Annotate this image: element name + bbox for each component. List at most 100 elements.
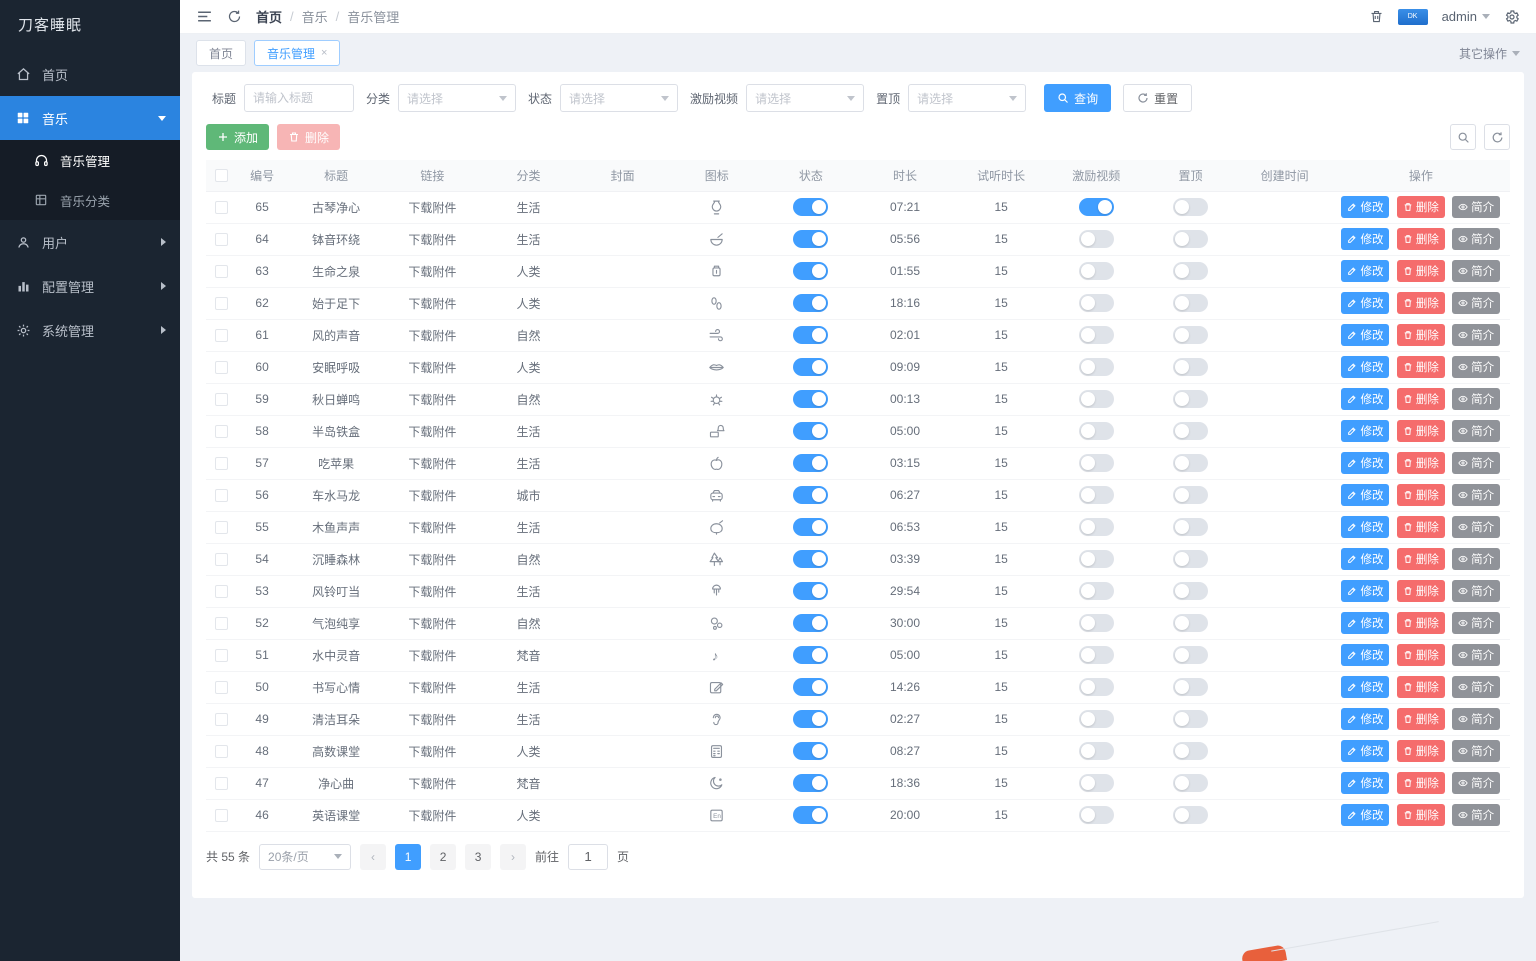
jump-page-input[interactable] [568,843,609,870]
intro-button[interactable]: 简介 [1452,260,1501,282]
top-filter-select[interactable]: 请选择 [908,84,1027,112]
intro-button[interactable]: 简介 [1452,196,1501,218]
intro-button[interactable]: 简介 [1452,452,1501,474]
cell-link[interactable]: 下载附件 [384,575,481,608]
reward-video-toggle[interactable] [1078,678,1114,696]
intro-button[interactable]: 简介 [1452,484,1501,506]
delete-button[interactable]: 删除 [1396,740,1445,762]
sidebar-item-system[interactable]: 系统管理 [0,308,180,352]
top-toggle[interactable] [1172,710,1208,728]
delete-button[interactable]: 删除 [1396,260,1445,282]
delete-button[interactable]: 删除 [1396,420,1445,442]
row-checkbox[interactable] [214,201,228,215]
status-toggle[interactable] [793,262,829,280]
cell-link[interactable]: 下载附件 [384,511,481,544]
row-checkbox[interactable] [214,425,228,439]
refresh-icon[interactable] [227,9,242,24]
status-toggle[interactable] [793,550,829,568]
reward-video-toggle[interactable] [1078,710,1114,728]
cell-link[interactable]: 下载附件 [384,767,481,800]
delete-button[interactable]: 删除 [1396,452,1445,474]
table-refresh-button[interactable] [1484,124,1510,150]
reward-video-toggle[interactable] [1078,774,1114,792]
intro-button[interactable]: 简介 [1452,292,1501,314]
reward-video-toggle[interactable] [1078,582,1114,600]
row-checkbox[interactable] [214,649,228,663]
delete-button[interactable]: 删除 [1396,644,1445,666]
breadcrumb-item[interactable]: 音乐 [302,7,328,26]
sidebar-item-music-category[interactable]: 音乐分类 [0,180,180,220]
status-toggle[interactable] [793,358,829,376]
cell-link[interactable]: 下载附件 [384,703,481,736]
top-toggle[interactable] [1172,678,1208,696]
cell-link[interactable]: 下载附件 [384,415,481,448]
top-toggle[interactable] [1172,742,1208,760]
delete-button[interactable]: 删除 [1396,612,1445,634]
edit-button[interactable]: 修改 [1341,676,1390,698]
delete-button[interactable]: 删除 [1396,516,1445,538]
top-toggle[interactable] [1172,646,1208,664]
edit-button[interactable]: 修改 [1341,740,1390,762]
intro-button[interactable]: 简介 [1452,740,1501,762]
delete-button[interactable]: 删除 [1396,580,1445,602]
reward-video-toggle[interactable] [1078,262,1114,280]
status-toggle[interactable] [793,294,829,312]
reward-video-toggle[interactable] [1078,806,1114,824]
row-checkbox[interactable] [214,553,228,567]
edit-button[interactable]: 修改 [1341,804,1390,826]
reward-video-toggle[interactable] [1078,294,1114,312]
status-toggle[interactable] [793,774,829,792]
delete-button[interactable]: 删除 [1396,228,1445,250]
row-checkbox[interactable] [214,745,228,759]
intro-button[interactable]: 简介 [1452,676,1501,698]
top-toggle[interactable] [1172,262,1208,280]
batch-delete-button[interactable]: 删除 [277,124,341,150]
edit-button[interactable]: 修改 [1341,260,1390,282]
status-toggle[interactable] [793,390,829,408]
sidebar-item-home[interactable]: 首页 [0,52,180,96]
status-toggle[interactable] [793,422,829,440]
delete-button[interactable]: 删除 [1396,324,1445,346]
title-filter-input[interactable] [244,84,355,112]
cell-link[interactable]: 下载附件 [384,255,481,288]
sidebar-item-music-manage[interactable]: 音乐管理 [0,140,180,180]
table-search-toggle-button[interactable] [1450,124,1476,150]
page-button-2[interactable]: 2 [430,843,457,870]
reward-video-toggle[interactable] [1078,614,1114,632]
cell-link[interactable]: 下载附件 [384,351,481,384]
page-button-3[interactable]: 3 [465,843,492,870]
sidebar-item-user[interactable]: 用户 [0,220,180,264]
trash-icon[interactable] [1369,9,1384,24]
other-operations-dropdown[interactable]: 其它操作 [1459,45,1520,62]
top-toggle[interactable] [1172,774,1208,792]
cell-link[interactable]: 下载附件 [384,735,481,768]
cell-link[interactable]: 下载附件 [384,447,481,480]
status-toggle[interactable] [793,230,829,248]
status-toggle[interactable] [793,486,829,504]
row-checkbox[interactable] [214,361,228,375]
tab-music-manage[interactable]: 音乐管理 × [254,40,341,66]
reward-video-toggle[interactable] [1078,550,1114,568]
reward-video-toggle[interactable] [1078,422,1114,440]
next-page-button[interactable]: › [500,843,527,870]
prev-page-button[interactable]: ‹ [360,843,387,870]
top-toggle[interactable] [1172,518,1208,536]
cell-link[interactable]: 下载附件 [384,223,481,256]
delete-button[interactable]: 删除 [1396,388,1445,410]
top-toggle[interactable] [1172,486,1208,504]
top-toggle[interactable] [1172,198,1208,216]
edit-button[interactable]: 修改 [1341,644,1390,666]
cell-link[interactable]: 下载附件 [384,319,481,352]
row-checkbox[interactable] [214,777,228,791]
cell-link[interactable]: 下载附件 [384,543,481,576]
reward-video-toggle[interactable] [1078,358,1114,376]
status-toggle[interactable] [793,582,829,600]
search-button[interactable]: 查询 [1044,84,1112,112]
status-toggle[interactable] [793,742,829,760]
add-button[interactable]: 添加 [206,124,270,150]
top-toggle[interactable] [1172,390,1208,408]
close-icon[interactable]: × [321,47,327,59]
edit-button[interactable]: 修改 [1341,452,1390,474]
breadcrumb-item[interactable]: 音乐管理 [347,7,399,26]
status-toggle[interactable] [793,518,829,536]
